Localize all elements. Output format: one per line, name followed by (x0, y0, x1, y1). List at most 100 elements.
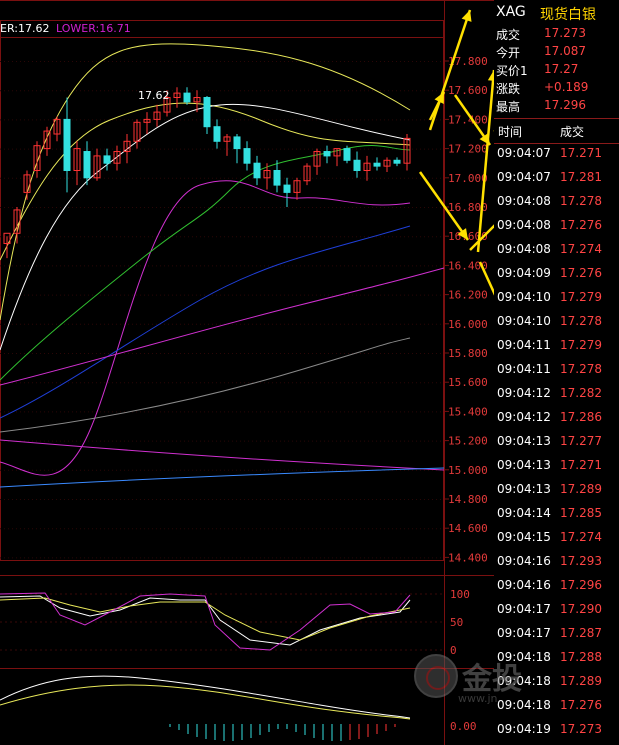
candle-body (183, 92, 191, 103)
tick-time: 09:04:11 (497, 338, 551, 352)
tick-header-price: 成交 (560, 125, 585, 139)
tick-time: 09:04:14 (497, 506, 551, 520)
tick-time: 09:04:07 (497, 170, 551, 184)
tick-row[interactable]: 09:04:07 17.281 (494, 166, 619, 190)
ma-upper-band (0, 43, 411, 321)
quote-row-label: 涨跌 (496, 82, 521, 96)
tick-row[interactable]: 09:04:08 17.274 (494, 238, 619, 262)
tick-row[interactable]: 09:04:08 17.276 (494, 214, 619, 238)
tick-price: 17.290 (560, 602, 602, 616)
tick-row[interactable]: 09:04:16 17.293 (494, 550, 619, 574)
ma-blue-long (0, 467, 445, 488)
macd-tick-label: 0.00 (450, 720, 477, 733)
boll-lower-label: LOWER:16.71 (56, 22, 131, 35)
tick-time: 09:04:16 (497, 578, 551, 592)
price-tick-label: 17.200 (448, 143, 488, 156)
price-tick-label: 15.600 (448, 376, 488, 389)
tick-row[interactable]: 09:04:17 17.290 (494, 598, 619, 622)
tick-row[interactable]: 09:04:17 17.287 (494, 622, 619, 646)
price-tick-label: 15.200 (448, 435, 488, 448)
tick-row[interactable]: 09:04:09 17.276 (494, 262, 619, 286)
price-tick-label: 15.000 (448, 464, 488, 477)
quote-row-value: 17.273 (544, 26, 586, 40)
quote-row-label: 成交 (496, 28, 521, 42)
candle-body (353, 159, 361, 171)
tick-price: 17.282 (560, 386, 602, 400)
tick-time: 09:04:08 (497, 218, 551, 232)
quote-row: 最高 17.296 (496, 98, 616, 115)
tick-row[interactable]: 09:04:15 17.274 (494, 526, 619, 550)
symbol-name: 现货白银 (540, 7, 596, 23)
tick-price: 17.277 (560, 434, 602, 448)
price-tick-label: 16.000 (448, 318, 488, 331)
symbol-code: XAG (496, 4, 526, 20)
tick-time: 09:04:11 (497, 362, 551, 376)
tick-row[interactable]: 09:04:11 17.279 (494, 334, 619, 358)
tick-price: 17.273 (560, 722, 602, 736)
tick-row[interactable]: 09:04:10 17.279 (494, 286, 619, 310)
arrow-head (461, 10, 472, 22)
price-tick-label: 14.800 (448, 493, 488, 506)
tick-row[interactable]: 09:04:13 17.289 (494, 478, 619, 502)
candle-body (233, 136, 241, 150)
ma-magenta (0, 267, 445, 386)
tick-row[interactable]: 09:04:12 17.282 (494, 382, 619, 406)
tick-price: 17.271 (560, 458, 602, 472)
price-axis: 17.80017.60017.40017.20017.00016.80016.6… (0, 55, 488, 564)
tick-price: 17.279 (560, 290, 602, 304)
tick-price: 17.276 (560, 698, 602, 712)
tick-price: 17.279 (560, 338, 602, 352)
tick-price: 17.293 (560, 554, 602, 568)
price-tick-label: 15.400 (448, 405, 488, 418)
tick-row[interactable]: 09:04:11 17.278 (494, 358, 619, 382)
trading-chart-window: 17.800 17.600 17.400 17.200 17.000 16.800 16.6… (0, 0, 619, 745)
quote-panel: XAG 现货白银 成交 17.273 今开 17.087 买价1 17.27 涨跌 +0.18… (494, 0, 619, 745)
tick-row[interactable]: 09:04:14 17.285 (494, 502, 619, 526)
watermark-logo-icon (414, 654, 458, 698)
chart-grid (0, 0, 494, 745)
tick-time: 09:04:13 (497, 458, 551, 472)
tick-row[interactable]: 09:04:19 17.273 (494, 718, 619, 742)
candle-body (213, 126, 221, 142)
tick-price: 17.287 (560, 626, 602, 640)
tick-time: 09:04:16 (497, 554, 551, 568)
tick-row[interactable]: 09:04:13 17.277 (494, 430, 619, 454)
kline-chart[interactable]: 17.80017.60017.40017.20017.00016.80016.6… (0, 0, 494, 745)
symbol-header: XAG 现货白银 (494, 2, 619, 24)
tick-time: 09:04:10 (497, 290, 551, 304)
tick-price: 17.288 (560, 650, 602, 664)
boll-upper-label: ER:17.62 (0, 22, 50, 35)
tick-row[interactable]: 09:04:10 17.278 (494, 310, 619, 334)
candle-body (63, 118, 71, 171)
tick-price: 17.276 (560, 266, 602, 280)
quote-row-value: 17.296 (544, 98, 586, 112)
kdj-tick-label: 50 (450, 616, 463, 629)
tick-row[interactable]: 09:04:13 17.271 (494, 454, 619, 478)
tick-time: 09:04:10 (497, 314, 551, 328)
tick-row[interactable]: 09:04:08 17.278 (494, 190, 619, 214)
kdj-tick-label: 100 (450, 588, 470, 601)
candle-body (343, 148, 351, 161)
tick-row[interactable]: 09:04:12 17.286 (494, 406, 619, 430)
watermark-url: www.jn (458, 692, 498, 705)
candle-body (253, 162, 261, 179)
tick-price: 17.274 (560, 530, 602, 544)
kdj-indicator: 100500 (0, 588, 470, 657)
candle-body (283, 184, 291, 193)
ma-boll-lower (0, 180, 411, 476)
quote-row: 涨跌 +0.189 (496, 80, 616, 97)
tick-row[interactable]: 09:04:16 17.296 (494, 574, 619, 598)
price-tick-label: 14.400 (448, 551, 488, 564)
tick-price: 17.278 (560, 362, 602, 376)
tick-time: 09:04:17 (497, 626, 551, 640)
candle-body (323, 151, 331, 157)
candlesticks (3, 87, 411, 259)
candle-body (273, 170, 281, 186)
tick-time: 09:04:13 (497, 482, 551, 496)
tick-row[interactable]: 09:04:07 17.271 (494, 142, 619, 166)
candle-body (393, 159, 401, 164)
tick-price: 17.296 (560, 578, 602, 592)
tick-price: 17.289 (560, 674, 602, 688)
tick-time: 09:04:09 (497, 266, 551, 280)
kdj-k-line (0, 595, 411, 646)
